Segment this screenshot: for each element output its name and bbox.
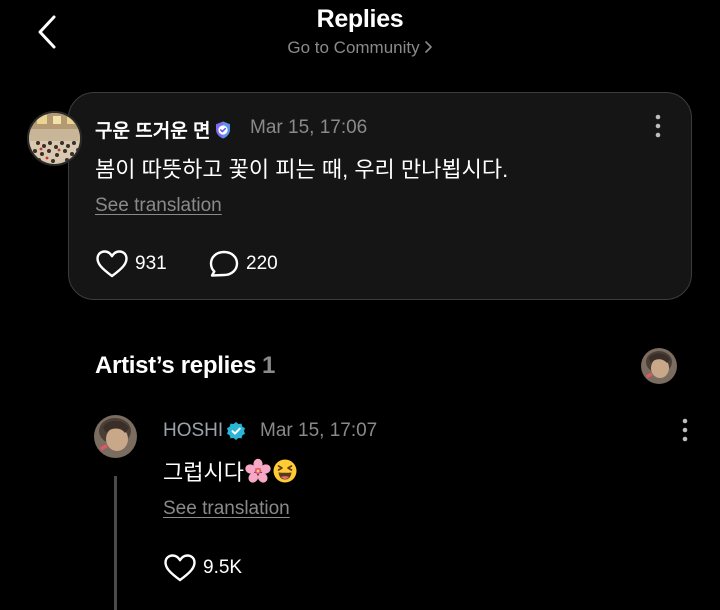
replies-screen: Replies Go to Community 구운 뜨거운 면 Mar 15,… [0,0,720,610]
comment-bubble-icon [209,250,239,277]
heart-icon [96,250,128,278]
reply-more-button[interactable] [673,416,697,444]
reply-like-count: 9.5K [203,557,243,578]
go-to-community-link[interactable]: Go to Community [0,38,720,59]
post-author-avatar[interactable] [27,111,82,166]
reply-like-button[interactable]: 9.5K [163,553,242,583]
reply-timestamp: Mar 15, 17:07 [260,420,378,441]
reply-author-avatar[interactable] [94,415,137,458]
post-author-label: 구운 뜨거운 면 [95,121,211,142]
laughing-face-icon [273,459,297,483]
artist-avatar-small[interactable] [641,348,677,384]
reply-author-name[interactable]: HOSHI [163,420,246,442]
verified-shield-icon [216,121,231,138]
post-see-translation-link[interactable]: See translation [95,195,222,217]
reply-body: 그럽시다 [163,455,298,487]
post-like-button[interactable]: 931 [95,249,167,279]
more-vertical-icon [655,114,661,138]
artist-replies-title: Artist’s replies [95,352,257,379]
artist-replies-count: 1 [262,352,276,379]
reply-author-label: HOSHI [163,420,224,441]
community-link-label: Go to Community [287,38,420,57]
artist-replies-heading: Artist’s replies 1 [95,352,275,380]
reply-see-translation-link[interactable]: See translation [163,498,290,520]
verified-check-icon [227,422,246,440]
post-body-text: 봄이 따뜻하고 꽃이 피는 때, 우리 만나뵙시다. [95,157,509,182]
post-comment-count: 220 [246,253,278,274]
heart-icon [164,554,196,582]
post-author-name[interactable]: 구운 뜨거운 면 [95,116,233,143]
more-vertical-icon [682,418,688,442]
post-like-count: 931 [135,253,167,274]
cherry-blossom-icon [245,458,271,483]
post-more-button[interactable] [646,112,670,140]
thread-line [114,476,117,610]
post-timestamp: Mar 15, 17:06 [250,117,368,138]
post-comment-button[interactable]: 220 [208,249,278,279]
reply-body-text: 그럽시다 [163,460,244,485]
page-title: Replies [316,5,404,33]
chevron-right-icon [424,39,433,59]
